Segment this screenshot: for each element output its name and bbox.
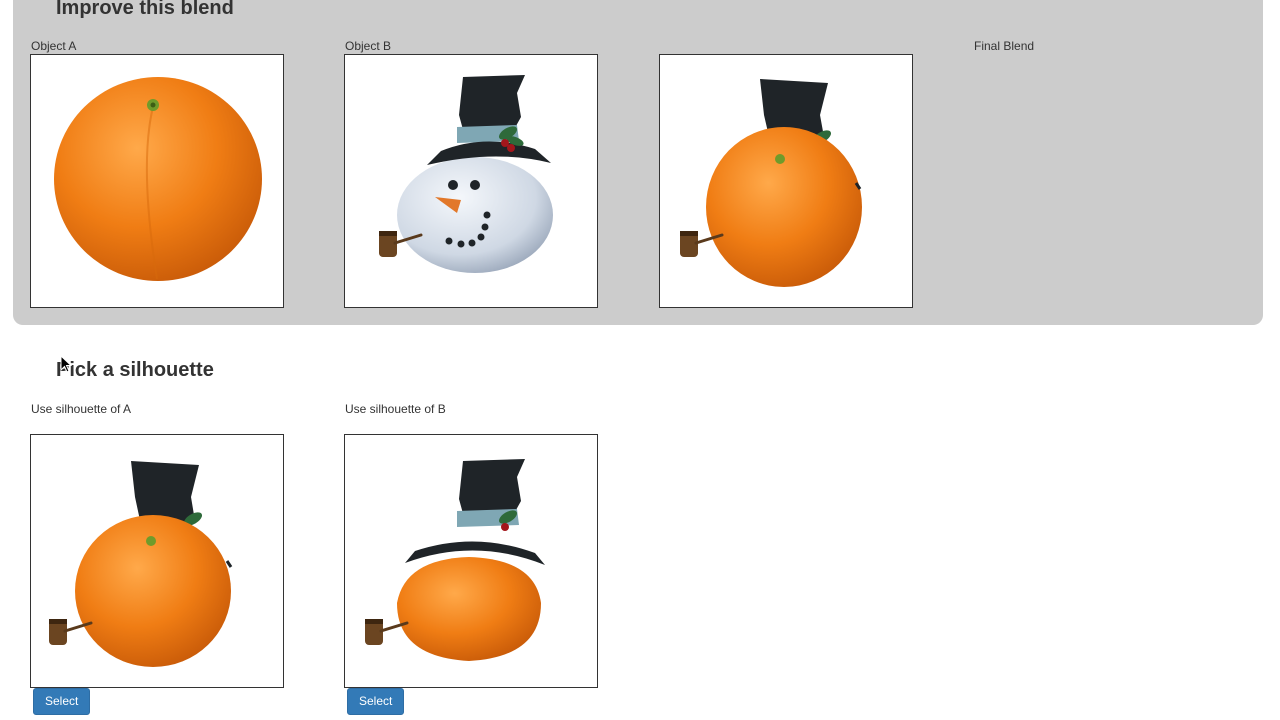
silhouette-a-label: Use silhouette of A — [31, 402, 132, 416]
silhouette-heading: Pick a silhouette — [56, 359, 214, 381]
blend-heading: Improve this blend — [56, 0, 234, 19]
orange-illustration — [54, 77, 262, 281]
object-b-label: Object B — [345, 39, 392, 53]
blend-result-image — [659, 54, 913, 308]
object-b-image — [344, 54, 598, 308]
snowman-shape-blend-illustration — [363, 459, 545, 661]
mouse-cursor-icon — [60, 355, 72, 373]
object-a-label: Object A — [31, 39, 77, 53]
snowman-illustration — [377, 75, 553, 273]
select-silhouette-a-button[interactable]: Select — [33, 688, 91, 715]
orange-shape-blend-illustration — [47, 461, 233, 667]
silhouette-b-label: Use silhouette of B — [345, 402, 446, 416]
object-a-image — [30, 54, 284, 308]
silhouette-a-image[interactable] — [30, 434, 284, 688]
silhouette-b-image[interactable] — [344, 434, 598, 688]
select-silhouette-b-button[interactable]: Select — [347, 688, 405, 715]
orange-snowman-blend-illustration — [678, 79, 862, 287]
final-blend-label: Final Blend — [974, 39, 1035, 53]
